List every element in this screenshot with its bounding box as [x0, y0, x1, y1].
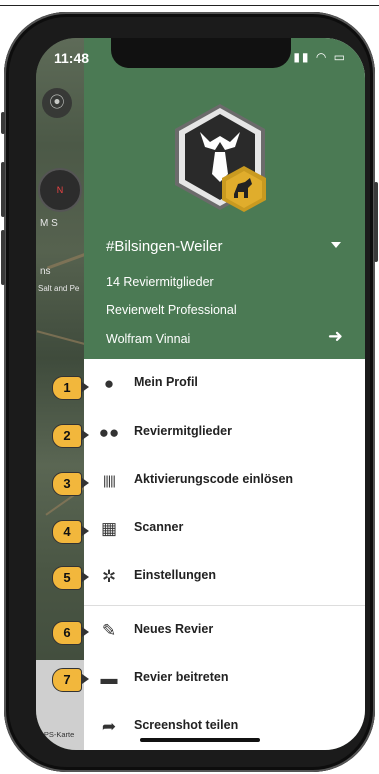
share-icon: ➦	[101, 717, 117, 736]
plan-name: Revierwelt Professional	[106, 303, 237, 317]
callout-badge: 5	[52, 566, 89, 590]
chevron-down-icon[interactable]	[331, 242, 341, 248]
signal-wifi-battery-icons: ▮▮ ◠ ▭	[293, 50, 347, 64]
menu-item-label: Screenshot teilen	[134, 718, 239, 732]
top-border	[0, 5, 379, 6]
mute-switch	[1, 112, 5, 134]
menu-item-label: Mein Profil	[134, 375, 198, 389]
pencil-icon: ✎	[101, 621, 117, 640]
map-label: ns	[40, 266, 51, 277]
folder-add-icon: ▬	[100, 669, 118, 688]
map-label: M S	[40, 218, 58, 229]
barcode-icon: |||||	[103, 473, 116, 488]
menu-item-neues-revier[interactable]: ✎ Neues Revier	[84, 609, 365, 653]
map-label: Salt and Pe	[38, 284, 80, 293]
person-icon: ●	[103, 374, 115, 393]
user-name: Wolfram Vinnai	[106, 332, 191, 346]
callout-badge: 1	[52, 376, 89, 400]
navigation-drawer: #Bilsingen-Weiler 14 Reviermitglieder Re…	[84, 38, 365, 750]
menu-item-aktivierungscode[interactable]: ||||| Aktivierungscode einlösen	[84, 459, 365, 503]
volume-up-button	[1, 162, 5, 217]
gps-map-label: GPS-Karte	[38, 730, 75, 739]
group-icon: ●●	[98, 423, 120, 442]
volume-down-button	[1, 230, 5, 285]
callout-badge: 7	[52, 668, 89, 692]
status-time: 11:48	[54, 50, 90, 66]
callout-badge: 2	[52, 424, 89, 448]
location-pin-icon[interactable]: ⦿	[42, 88, 72, 118]
revier-logo-icon	[175, 104, 266, 212]
menu-item-reviermitglieder[interactable]: ●● Reviermitglieder	[84, 411, 365, 455]
callout-badge: 4	[52, 520, 89, 544]
revier-name[interactable]: #Bilsingen-Weiler	[106, 238, 222, 255]
menu-item-einstellungen[interactable]: ✲ Einstellungen	[84, 555, 365, 599]
menu-item-label: Scanner	[134, 520, 184, 534]
menu-item-label: Neues Revier	[134, 622, 214, 636]
menu-item-label: Reviermitglieder	[134, 424, 232, 438]
logout-icon[interactable]: ➜	[328, 326, 343, 347]
gear-icon: ✲	[101, 567, 117, 586]
menu-item-label: Revier beitreten	[134, 670, 229, 684]
menu-item-scanner[interactable]: ▦ Scanner	[84, 507, 365, 551]
menu-item-label: Aktivierungscode einlösen	[134, 472, 294, 486]
menu-item-label: Einstellungen	[134, 568, 216, 582]
callout-badge: 6	[52, 621, 89, 645]
home-indicator[interactable]	[140, 738, 260, 742]
power-button	[374, 182, 378, 262]
menu-item-mein-profil[interactable]: ● Mein Profil	[84, 362, 365, 406]
compass-icon[interactable]: N	[38, 168, 82, 212]
menu-item-screenshot-teilen[interactable]: ➦ Screenshot teilen	[84, 705, 365, 749]
status-bar: 11:48 ▮▮ ◠ ▭	[36, 38, 365, 78]
callout-badge: 3	[52, 472, 89, 496]
app-screen: 11:48 ▮▮ ◠ ▭ ⦿ N M S ns Salt and Pe GPS-…	[36, 38, 365, 750]
menu-divider	[84, 605, 365, 606]
qr-code-icon: ▦	[100, 519, 118, 538]
member-count: 14 Reviermitglieder	[106, 275, 214, 289]
drawer-header: #Bilsingen-Weiler 14 Reviermitglieder Re…	[84, 38, 365, 359]
menu-item-revier-beitreten[interactable]: ▬ Revier beitreten	[84, 657, 365, 701]
